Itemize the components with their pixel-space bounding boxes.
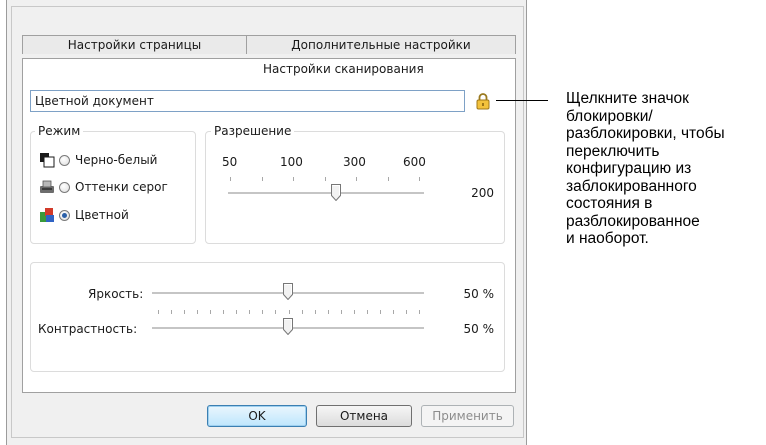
tick-mark xyxy=(380,310,381,314)
cancel-button[interactable]: Отмена xyxy=(316,405,412,427)
tick-mark xyxy=(236,310,237,314)
resolution-scale-label: 100 xyxy=(280,155,303,169)
tick-mark xyxy=(354,310,355,314)
callout-text: Щелкните значок блокировки/ разблокировк… xyxy=(566,90,725,247)
bw-document-icon xyxy=(40,153,55,168)
tick-mark xyxy=(184,310,185,314)
color-blocks-icon xyxy=(40,208,54,222)
tick-mark xyxy=(223,310,224,314)
tick-mark xyxy=(197,310,198,314)
tick-mark xyxy=(393,310,394,314)
profile-name-field[interactable]: Цветной документ xyxy=(30,90,465,112)
mode-group-label: Режим xyxy=(35,124,84,138)
tick-mark xyxy=(328,310,329,314)
mode-label-color: Цветной xyxy=(75,208,129,222)
callout-line xyxy=(496,100,548,101)
mode-option-bw[interactable]: Черно-белый xyxy=(39,151,157,169)
tick-mark xyxy=(419,177,420,181)
tick-mark xyxy=(406,310,407,314)
resolution-scale-label: 50 xyxy=(222,155,238,169)
resolution-value: 200 xyxy=(471,186,494,200)
brightness-value: 50 % xyxy=(463,287,495,301)
tick-mark xyxy=(302,310,303,314)
tab-advanced-settings[interactable]: Дополнительные настройки xyxy=(246,35,516,54)
tick-mark xyxy=(275,310,276,314)
mode-radio-bw[interactable] xyxy=(59,154,70,166)
tick-mark xyxy=(356,177,357,181)
resolution-ticks xyxy=(230,177,420,181)
mode-option-color[interactable]: Цветной xyxy=(39,206,129,224)
tab-scan-settings-label: Настройки сканирования xyxy=(263,62,424,76)
apply-button[interactable]: Применить xyxy=(421,405,514,427)
tick-mark xyxy=(289,310,290,314)
lock-icon[interactable] xyxy=(475,92,491,110)
resolution-group-label: Разрешение xyxy=(211,124,295,138)
tick-mark xyxy=(230,177,231,181)
resolution-slider-thumb[interactable] xyxy=(331,184,341,201)
brightness-contrast-ticks xyxy=(158,310,420,314)
mode-radio-color[interactable] xyxy=(59,209,70,221)
contrast-value: 50 % xyxy=(463,322,495,336)
tick-mark xyxy=(341,310,342,314)
contrast-slider-thumb[interactable] xyxy=(283,318,293,335)
tab-scan-settings[interactable]: Настройки сканирования xyxy=(22,58,516,80)
mode-label-grayscale: Оттенки серог xyxy=(75,180,168,194)
tick-mark xyxy=(158,310,159,314)
ok-button[interactable]: OK xyxy=(207,405,307,427)
tick-mark xyxy=(315,310,316,314)
resolution-scale-label: 600 xyxy=(403,155,426,169)
tab-page-settings[interactable]: Настройки страницы xyxy=(22,35,247,54)
tick-mark xyxy=(293,177,294,181)
tick-mark xyxy=(249,310,250,314)
mode-label-bw: Черно-белый xyxy=(75,153,158,167)
mode-option-grayscale[interactable]: Оттенки серог xyxy=(39,178,168,196)
brightness-contrast-group xyxy=(30,262,505,372)
grayscale-scanner-icon xyxy=(40,180,54,193)
tick-mark xyxy=(210,310,211,314)
mode-radio-grayscale[interactable] xyxy=(59,181,70,193)
profile-name-value: Цветной документ xyxy=(35,94,154,108)
tick-mark xyxy=(262,177,263,181)
resolution-scale-label: 300 xyxy=(343,155,366,169)
brightness-label: Яркость: xyxy=(88,287,144,301)
resolution-slider-track[interactable] xyxy=(228,192,424,195)
tick-mark xyxy=(388,177,389,181)
brightness-slider-thumb[interactable] xyxy=(283,283,293,300)
tick-mark xyxy=(367,310,368,314)
tick-mark xyxy=(419,310,420,314)
contrast-label: Контрастность: xyxy=(38,322,138,336)
tick-mark xyxy=(171,310,172,314)
tick-mark xyxy=(325,177,326,181)
tick-mark xyxy=(262,310,263,314)
